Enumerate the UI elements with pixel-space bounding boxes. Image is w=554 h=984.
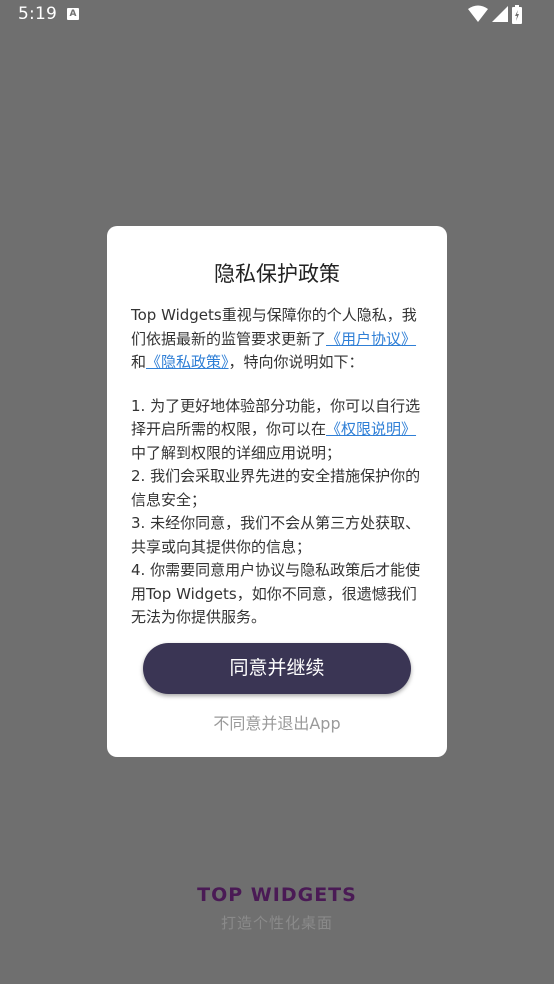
cellular-signal-icon	[492, 6, 508, 22]
dialog-title: 隐私保护政策	[214, 262, 340, 286]
notification-a-icon: A	[67, 8, 79, 20]
status-icons	[468, 5, 538, 25]
permission-link[interactable]: 《权限说明》	[326, 420, 416, 438]
intro-suffix: ，特向你说明如下：	[228, 353, 364, 371]
item-3: 3. 未经你同意，我们不会从第三方处获取、共享或向其提供你的信息；	[131, 514, 421, 556]
privacy-policy-dialog: 隐私保护政策 Top Widgets重视与保障你的个人隐私，我们依据最新的监管要…	[107, 226, 447, 757]
item-4: 4. 你需要同意用户协议与隐私政策后才能使用Top Widgets，如你不同意，…	[131, 561, 421, 626]
item-2: 2. 我们会采取业界先进的安全措施保护你的信息安全；	[131, 467, 421, 509]
agree-button[interactable]: 同意并继续	[143, 643, 411, 694]
status-bar: 5:19 A	[0, 0, 554, 30]
privacy-policy-link[interactable]: 《隐私政策》	[146, 353, 229, 371]
decline-exit-link[interactable]: 不同意并退出App	[107, 710, 447, 734]
status-time: 5:19	[18, 4, 57, 24]
brand-logo: TOP WIDGETS	[197, 884, 357, 906]
intro-paragraph: Top Widgets重视与保障你的个人隐私，我们依据最新的监管要求更新了《用户…	[131, 304, 423, 375]
dialog-body: Top Widgets重视与保障你的个人隐私，我们依据最新的监管要求更新了《用户…	[131, 304, 423, 630]
item-1-suffix: 中了解到权限的详细应用说明；	[131, 443, 342, 462]
brand-tagline: 打造个性化桌面	[220, 914, 333, 932]
and-text: 和	[131, 353, 147, 371]
wifi-icon	[468, 5, 488, 22]
battery-icon	[512, 5, 522, 24]
user-agreement-link[interactable]: 《用户协议》	[326, 330, 416, 348]
item-1: 1. 为了更好地体验部分功能，你可以自行选择开启所需的权限，你可以在《权限说明》…	[131, 395, 423, 466]
